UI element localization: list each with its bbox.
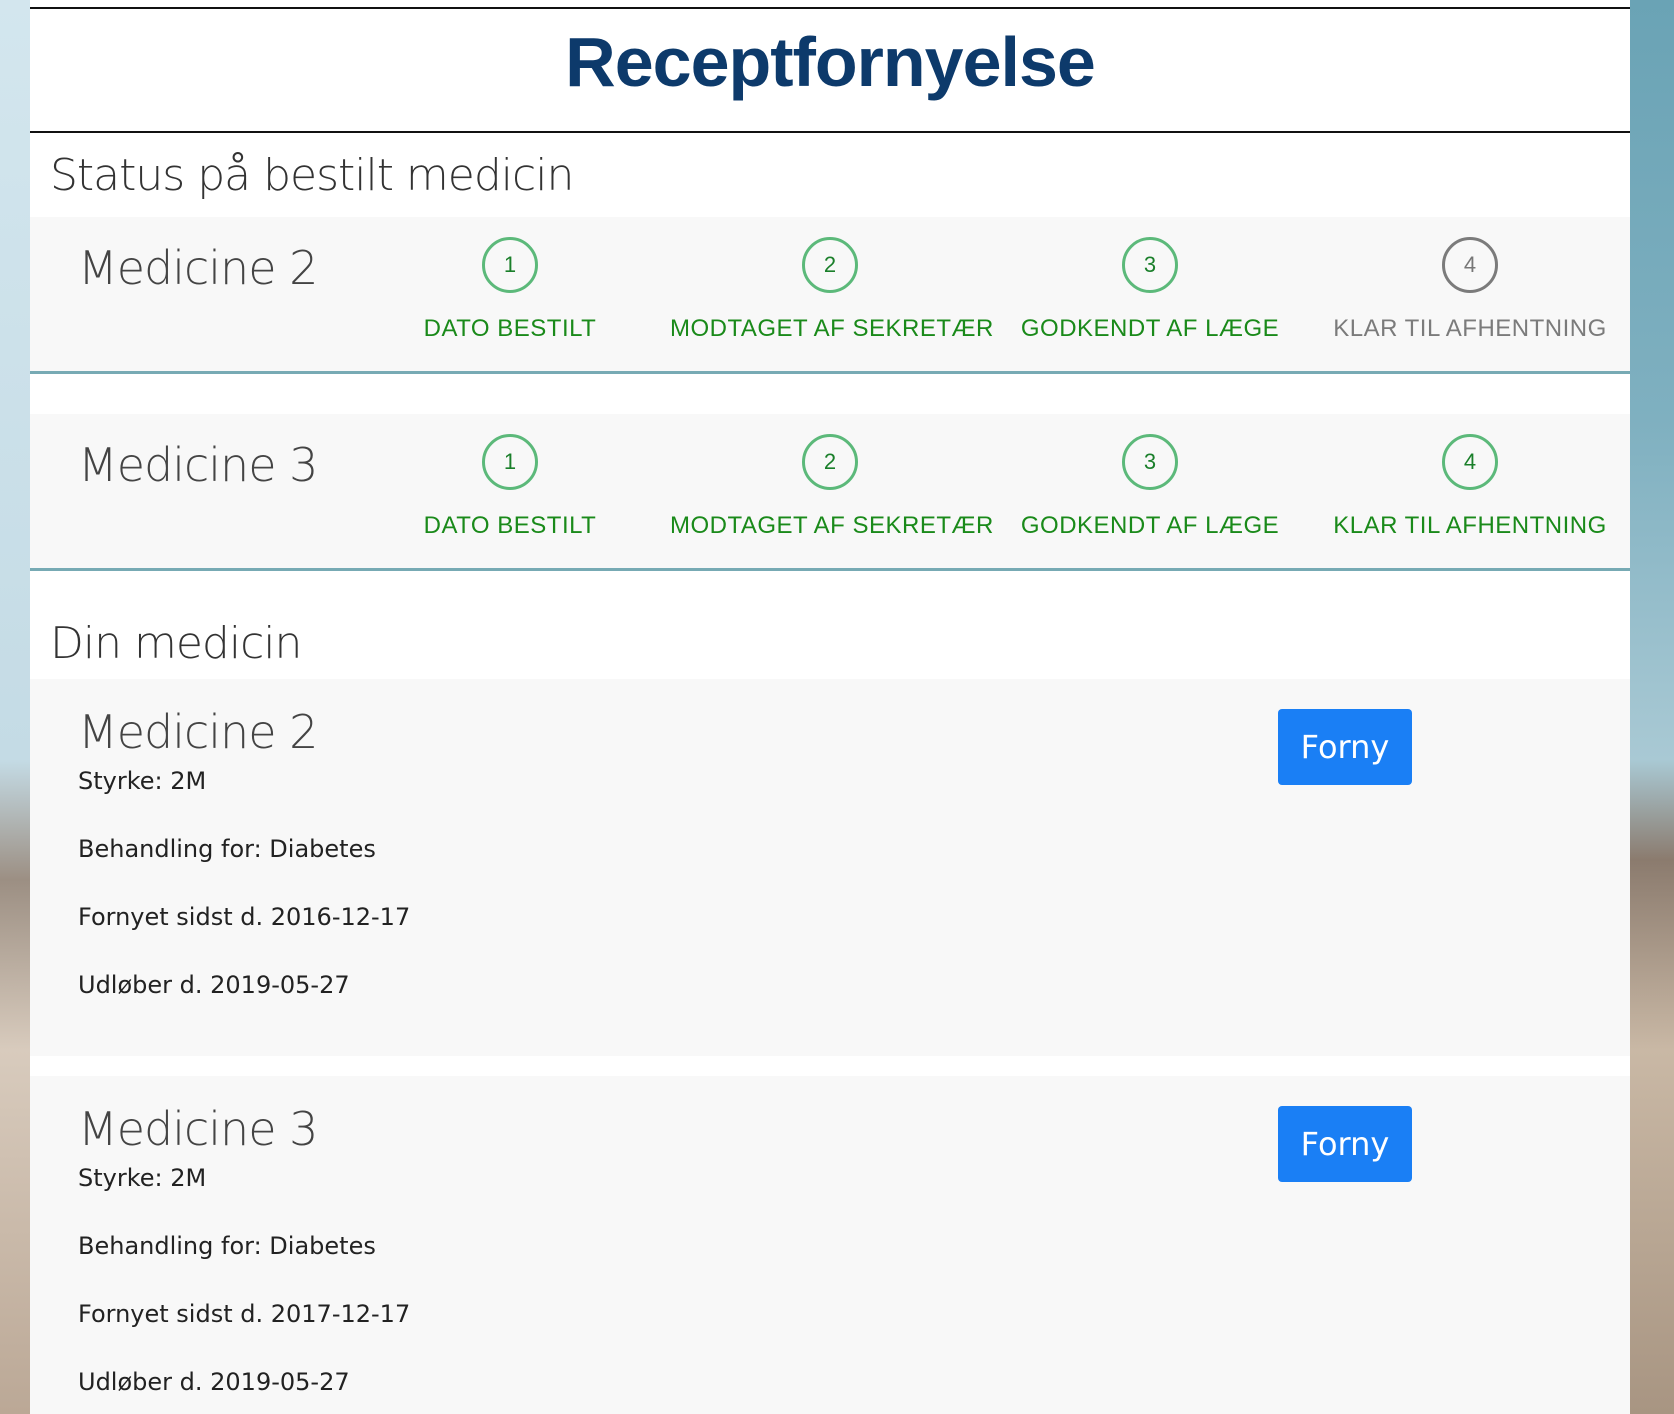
page-header: Receptfornyelse xyxy=(30,7,1630,133)
medicine-card: Medicine 2 Styrke: 2M Behandling for: Di… xyxy=(30,679,1630,1056)
step-circle: 3 xyxy=(1122,237,1178,293)
step-circle: 2 xyxy=(802,237,858,293)
medicine-treatment: Behandling for: Diabetes xyxy=(78,835,376,863)
order-status-row: Medicine 2 1 DATO BESTILT 2 MODTAGET AF … xyxy=(30,217,1630,374)
page: Receptfornyelse Status på bestilt medici… xyxy=(30,0,1630,1414)
background-left xyxy=(0,0,30,1414)
medicine-expiry-date: Udløber d. 2019-05-27 xyxy=(78,1368,350,1396)
medicine-name: Medicine 2 xyxy=(78,705,318,759)
status-step: 4 KLAR TIL AFHENTNING xyxy=(1310,237,1630,343)
medicine-expiry-date: Udløber d. 2019-05-27 xyxy=(78,971,350,999)
step-circle: 2 xyxy=(802,434,858,490)
step-label: DATO BESTILT xyxy=(423,512,597,539)
status-step: 1 DATO BESTILT xyxy=(350,434,670,540)
step-label: MODTAGET AF SEKRETÆR xyxy=(670,512,994,539)
background-right xyxy=(1630,0,1674,1414)
renew-button[interactable]: Forny xyxy=(1278,709,1412,785)
status-step: 2 MODTAGET AF SEKRETÆR xyxy=(670,434,994,540)
step-label: MODTAGET AF SEKRETÆR xyxy=(670,315,994,342)
renew-button[interactable]: Forny xyxy=(1278,1106,1412,1182)
medicine-renewed-date: Fornyet sidst d. 2017-12-17 xyxy=(78,1300,411,1328)
status-step: 2 MODTAGET AF SEKRETÆR xyxy=(670,237,994,343)
status-step: 3 GODKENDT AF LÆGE xyxy=(990,237,1310,343)
order-medicine-name: Medicine 3 xyxy=(78,438,318,492)
medicine-strength: Styrke: 2M xyxy=(78,1164,207,1192)
page-title: Receptfornyelse xyxy=(565,23,1096,101)
step-circle: 4 xyxy=(1442,237,1498,293)
status-step: 1 DATO BESTILT xyxy=(350,237,670,343)
medicine-strength: Styrke: 2M xyxy=(78,767,207,795)
step-label: KLAR TIL AFHENTNING xyxy=(1333,512,1607,539)
order-status-row: Medicine 3 1 DATO BESTILT 2 MODTAGET AF … xyxy=(30,414,1630,571)
medicine-section-header: Din medicin xyxy=(30,571,1630,679)
step-label: GODKENDT AF LÆGE xyxy=(1020,315,1280,342)
step-circle: 1 xyxy=(482,237,538,293)
status-section-title: Status på bestilt medicin xyxy=(50,149,574,201)
step-circle: 4 xyxy=(1442,434,1498,490)
step-label: KLAR TIL AFHENTNING xyxy=(1333,315,1607,342)
medicine-card: Medicine 3 Styrke: 2M Behandling for: Di… xyxy=(30,1076,1630,1414)
status-section-header: Status på bestilt medicin xyxy=(30,133,1630,217)
step-label: GODKENDT AF LÆGE xyxy=(1020,512,1280,539)
step-label: DATO BESTILT xyxy=(423,315,597,342)
status-step: 3 GODKENDT AF LÆGE xyxy=(990,434,1310,540)
medicine-treatment: Behandling for: Diabetes xyxy=(78,1232,376,1260)
medicine-section-title: Din medicin xyxy=(50,618,302,669)
status-step: 4 KLAR TIL AFHENTNING xyxy=(1310,434,1630,540)
step-circle: 1 xyxy=(482,434,538,490)
order-medicine-name: Medicine 2 xyxy=(78,241,318,295)
medicine-name: Medicine 3 xyxy=(78,1102,318,1156)
step-circle: 3 xyxy=(1122,434,1178,490)
medicine-renewed-date: Fornyet sidst d. 2016-12-17 xyxy=(78,903,411,931)
